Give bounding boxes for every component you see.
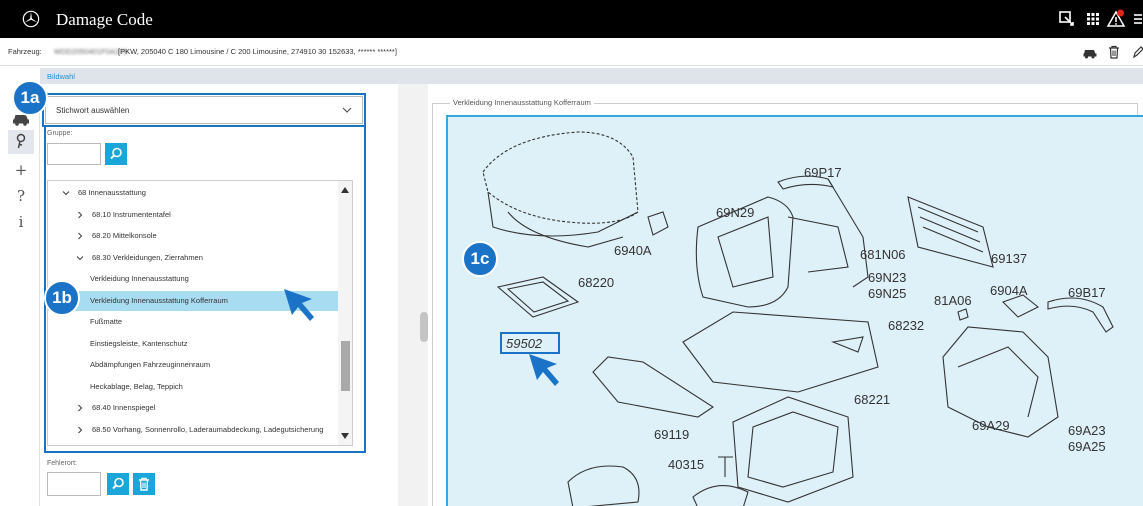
fehlerort-label: Fehlerort: xyxy=(47,460,77,467)
svg-text:40315: 40315 xyxy=(668,457,704,472)
scroll-down-icon[interactable] xyxy=(341,433,349,439)
tree-item[interactable]: Abdämpfungen Fahrzeuginnenraum xyxy=(48,355,338,375)
app-title: Damage Code xyxy=(56,10,153,29)
annotation-badge-1c: 1c xyxy=(462,241,498,277)
parts-diagram-area[interactable]: 69P17 69N29 6940A 681N06 69137 69N23 69N… xyxy=(446,115,1143,506)
fehlerort-search-button[interactable] xyxy=(107,473,129,495)
tree-item-label: 68 Innenausstattung xyxy=(78,188,146,197)
chevron-right-icon[interactable] xyxy=(76,404,84,412)
tree-item[interactable]: 68.40 Innenspiegel xyxy=(48,398,338,418)
breadcrumb: Bildwahl xyxy=(40,68,1143,84)
tree-item-label: Abdämpfungen Fahrzeuginnenraum xyxy=(90,360,211,369)
tree-item-label: 68.20 Mittelkonsole xyxy=(92,231,157,240)
app-root: Damage Code Fahrzeug: WDD2050401F0A279 [… xyxy=(0,0,1143,506)
tree-item-label: Verkleidung Innenausstattung xyxy=(90,274,189,283)
help-icon[interactable]: ? xyxy=(8,184,34,208)
svg-text:69B17: 69B17 xyxy=(1068,285,1106,300)
parts-diagram[interactable]: 69P17 69N29 6940A 681N06 69137 69N23 69N… xyxy=(448,117,1143,506)
svg-text:681N06: 681N06 xyxy=(860,247,906,262)
tree-item[interactable]: Verkleidung Innenausstattung xyxy=(48,269,338,289)
svg-text:69137: 69137 xyxy=(991,251,1027,266)
scroll-up-icon[interactable] xyxy=(341,187,349,193)
vehicle-icon[interactable] xyxy=(1082,44,1098,60)
warning-icon[interactable] xyxy=(1106,9,1126,29)
cursor-arrow-icon xyxy=(529,354,559,386)
svg-text:69A23: 69A23 xyxy=(1068,423,1106,438)
chevron-down-icon[interactable] xyxy=(62,189,70,197)
key-icon xyxy=(16,133,26,149)
grid-icon[interactable] xyxy=(1083,9,1103,29)
mercedes-star-icon xyxy=(22,10,40,28)
tree-item-label: Einstiegsleiste, Kantenschutz xyxy=(90,338,188,348)
svg-text:69A25: 69A25 xyxy=(1068,439,1106,454)
info-icon[interactable]: i xyxy=(8,210,34,234)
plus-icon[interactable]: + xyxy=(8,158,34,182)
svg-text:68220: 68220 xyxy=(578,275,614,290)
fehlerort-delete-button[interactable] xyxy=(133,473,155,495)
svg-text:69N29: 69N29 xyxy=(716,205,754,220)
cursor-arrow-icon xyxy=(284,289,314,321)
tree-item[interactable]: 68.50 Vorhang, Sonnenrollo, Laderaumabde… xyxy=(48,420,338,440)
trash-icon xyxy=(139,477,149,491)
tree-item[interactable]: Heckablage, Belag, Teppich xyxy=(48,377,338,397)
vehicle-label: Fahrzeug: xyxy=(8,47,42,56)
chevron-down-icon[interactable] xyxy=(76,254,84,262)
panel-divider xyxy=(398,84,428,506)
tree-item[interactable]: 68.20 Mittelkonsole xyxy=(48,226,338,246)
svg-text:69P17: 69P17 xyxy=(804,165,842,180)
chevron-right-icon[interactable] xyxy=(76,211,84,219)
vehicle-bar: Fahrzeug: WDD2050401F0A279 [PKW, 205040 … xyxy=(0,38,1143,66)
vehicle-vin: WDD2050401F0A279 xyxy=(54,47,128,56)
tree-item[interactable]: 68.30 Verkleidungen, Zierrahmen xyxy=(48,248,338,268)
tree-item[interactable]: 68 Innenausstattung xyxy=(48,183,338,203)
scroll-thumb[interactable] xyxy=(341,341,350,391)
svg-text:68232: 68232 xyxy=(888,318,924,333)
annotation-badge-1b: 1b xyxy=(44,280,80,316)
svg-text:69N25: 69N25 xyxy=(868,286,906,301)
key-rail-item[interactable] xyxy=(8,130,34,154)
edit-icon[interactable] xyxy=(1130,44,1143,60)
tree-scrollbar[interactable] xyxy=(338,181,352,445)
highlight-1a xyxy=(42,93,366,127)
svg-text:69119: 69119 xyxy=(654,427,689,442)
tree-item-label: 68.30 Verkleidungen, Zierrahmen xyxy=(92,252,203,262)
left-rail: + ? i xyxy=(0,84,40,506)
svg-text:68221: 68221 xyxy=(854,392,890,407)
top-bar: Damage Code xyxy=(0,0,1143,38)
tree-item-label: Verkleidung Innenausstattung Kofferraum xyxy=(90,295,228,305)
tree-item-label: 68.50 Vorhang, Sonnenrollo, Laderaumabde… xyxy=(92,424,324,434)
menu-icon[interactable] xyxy=(1132,9,1143,29)
svg-text:69A29: 69A29 xyxy=(972,418,1010,433)
svg-text:59502: 59502 xyxy=(506,336,543,351)
svg-text:6904A: 6904A xyxy=(990,283,1028,298)
annotation-badge-1a: 1a xyxy=(12,80,48,116)
fehlerort-input[interactable] xyxy=(47,472,101,496)
trash-icon[interactable] xyxy=(1106,44,1122,60)
search-icon xyxy=(112,477,124,490)
svg-text:6940A: 6940A xyxy=(614,243,652,258)
image-legend: Verkleidung Innenausstattung Kofferraum xyxy=(450,98,594,107)
tree-item[interactable]: 68.10 Instrumententafel xyxy=(48,205,338,225)
tree-item-label: Fußmatte xyxy=(90,317,123,326)
breadcrumb-item[interactable]: Bildwahl xyxy=(47,72,75,81)
tree-item-label: 68.40 Innenspiegel xyxy=(92,403,156,412)
svg-text:81A06: 81A06 xyxy=(934,293,972,308)
scan-icon[interactable] xyxy=(1057,9,1077,29)
chevron-right-icon[interactable] xyxy=(76,232,84,240)
tree-item-label: Heckablage, Belag, Teppich xyxy=(90,381,183,391)
tree-item[interactable]: Einstiegsleiste, Kantenschutz xyxy=(48,334,338,354)
svg-text:69N23: 69N23 xyxy=(868,270,906,285)
chevron-right-icon[interactable] xyxy=(76,426,84,434)
divider-handle[interactable] xyxy=(420,312,428,342)
tree-item-label: 68.10 Instrumententafel xyxy=(92,209,171,219)
vehicle-description: [PKW, 205040 C 180 Limousine / C 200 Lim… xyxy=(118,47,397,56)
